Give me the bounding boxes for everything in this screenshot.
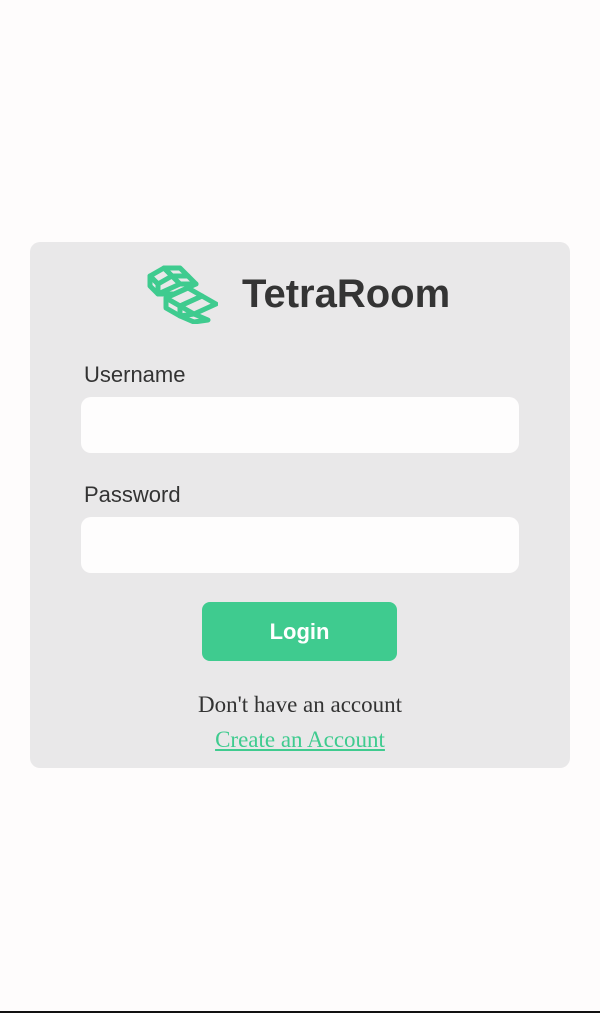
password-label: Password [84, 482, 181, 507]
tetra-cubes-icon [147, 265, 218, 324]
username-label: Username [84, 362, 186, 387]
create-account-link[interactable]: Create an Account [215, 727, 385, 752]
brand-header: TetraRoom [30, 264, 570, 326]
password-input[interactable] [81, 517, 519, 573]
signup-prompt: Don't have an account [197, 692, 403, 717]
username-input[interactable] [81, 397, 519, 453]
signup-link-wrapper: Create an Account [30, 726, 570, 754]
login-button[interactable]: Login [202, 602, 397, 661]
app-title: TetraRoom [242, 272, 451, 316]
login-card: TetraRoom Username Password Login Don't … [30, 242, 570, 768]
